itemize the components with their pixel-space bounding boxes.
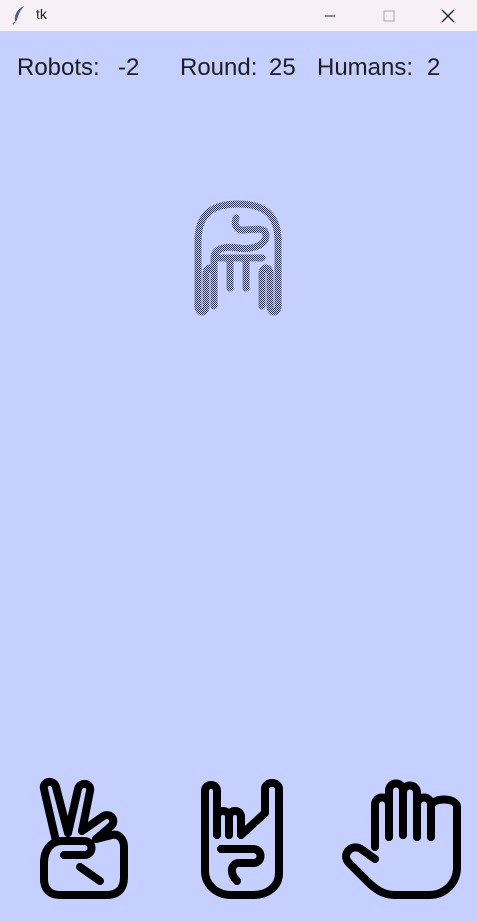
minimize-button[interactable] <box>307 0 353 31</box>
window-title: tk <box>36 6 47 22</box>
close-icon <box>441 9 455 22</box>
robot-choice-rock-fist-icon <box>194 200 282 316</box>
round-value: 25 <box>269 54 296 81</box>
humans-score-label: Humans: <box>317 54 414 81</box>
humans-score-value: 2 <box>427 54 441 81</box>
game-canvas: Robots: -2 Round: 25 Humans: 2 <box>0 31 477 922</box>
robots-score-value: -2 <box>118 54 140 81</box>
lizard-choice-button[interactable] <box>195 777 295 901</box>
feather-icon <box>12 5 26 25</box>
paper-open-hand-icon <box>342 779 461 899</box>
lizard-horns-hand-icon <box>201 779 283 899</box>
maximize-icon <box>383 10 395 21</box>
close-button[interactable] <box>425 0 471 31</box>
round-label: Round: <box>180 54 258 81</box>
scissors-choice-button[interactable] <box>34 777 132 901</box>
window-titlebar: tk <box>0 0 477 31</box>
minimize-icon <box>325 15 335 16</box>
scissors-hand-icon <box>39 778 128 899</box>
paper-choice-button[interactable] <box>339 777 465 901</box>
robots-score-label: Robots: <box>17 54 100 81</box>
maximize-button[interactable] <box>366 0 412 31</box>
